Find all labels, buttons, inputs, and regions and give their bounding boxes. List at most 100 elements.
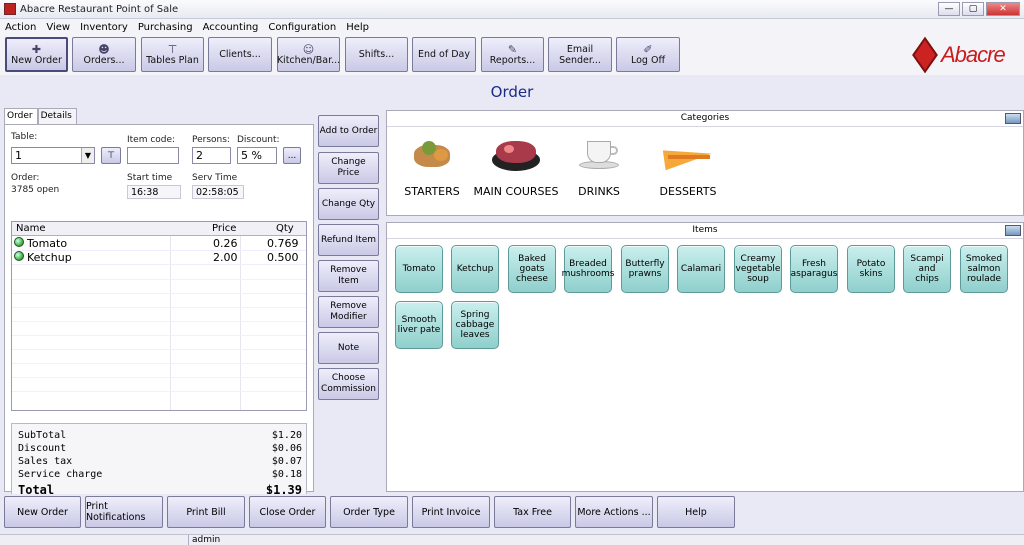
item-breaded-mushrooms-button[interactable]: Breaded mushrooms	[562, 245, 614, 293]
item-tomato-button[interactable]: Tomato	[395, 245, 443, 293]
category-main-courses[interactable]: MAIN COURSES	[473, 137, 559, 203]
add-to-order-button[interactable]: Add to Order	[318, 115, 379, 147]
order-form: Table: 1 ▼ ⊤ Item code: Persons: 2 Disco…	[4, 124, 314, 502]
email-sender-button[interactable]: Email Sender...	[548, 37, 612, 72]
help-button[interactable]: Help	[657, 496, 735, 528]
item-code-label: Item code:	[127, 135, 176, 145]
menu-action[interactable]: Action	[0, 22, 41, 33]
item-spring-cabbage-leaves-button[interactable]: Spring cabbage leaves	[451, 301, 499, 349]
new-order-toolbar-button[interactable]: ✚ New Order	[5, 37, 68, 72]
order-tabs: Order Details	[4, 108, 77, 124]
orders-icon: ☻	[98, 42, 110, 56]
categories-layout-icon[interactable]	[1005, 113, 1021, 124]
item-calamari-button[interactable]: Calamari	[677, 245, 725, 293]
order-items-grid[interactable]: Name Price Qty Tomato 0.26 0.769 Ketchup…	[11, 221, 307, 411]
clients-button[interactable]: Clients...	[208, 37, 272, 72]
categories-panel: Categories STARTERS MAIN COURSES DRINKS …	[386, 110, 1024, 216]
tables-plan-button[interactable]: ⊤ Tables Plan	[141, 37, 204, 72]
discount-input[interactable]: 5 %	[237, 147, 277, 164]
toolbar: ✚ New Order ☻ Orders... ⊤ Tables Plan Cl…	[0, 35, 1024, 75]
menu-inventory[interactable]: Inventory	[75, 22, 133, 33]
close-order-button[interactable]: Close Order	[249, 496, 326, 528]
item-butterfly-prawns-button[interactable]: Butterfly prawns	[621, 245, 669, 293]
change-qty-button[interactable]: Change Qty	[318, 188, 379, 220]
menu-purchasing[interactable]: Purchasing	[133, 22, 198, 33]
item-smooth-liver-pate-button[interactable]: Smooth liver pate	[395, 301, 443, 349]
table-select[interactable]: 1 ▼	[11, 147, 95, 164]
category-desserts[interactable]: DESSERTS	[641, 137, 735, 203]
kitchen-bar-button[interactable]: ☺ Kitchen/Bar...	[277, 37, 340, 72]
persons-input[interactable]: 2	[192, 147, 231, 164]
minimize-icon[interactable]: —	[938, 2, 960, 16]
close-icon[interactable]: ✕	[986, 2, 1020, 16]
remove-item-button[interactable]: Remove Item	[318, 260, 379, 292]
maximize-icon[interactable]: ▢	[962, 2, 984, 16]
category-starters[interactable]: STARTERS	[387, 137, 477, 203]
refund-item-button[interactable]: Refund Item	[318, 224, 379, 256]
choose-commission-button[interactable]: Choose Commission	[318, 368, 379, 400]
status-user: admin	[188, 535, 220, 545]
table-icon: ⊤	[167, 42, 178, 56]
item-code-input[interactable]	[127, 147, 179, 164]
more-actions-button[interactable]: More Actions ...	[575, 496, 653, 528]
new-order-button[interactable]: New Order	[4, 496, 81, 528]
reports-icon: ✎	[507, 42, 518, 56]
print-notifications-button[interactable]: Print Notifications	[85, 496, 163, 528]
table-row[interactable]: Tomato 0.26 0.769	[12, 237, 306, 251]
tab-details[interactable]: Details	[37, 108, 77, 124]
kitchen-icon: ☺	[302, 42, 315, 56]
select-table-button[interactable]: ⊤	[101, 147, 121, 164]
col-qty-header[interactable]: Qty	[276, 223, 294, 234]
menu-view[interactable]: View	[41, 22, 75, 33]
item-creamy-vegetable-soup-button[interactable]: Creamy vegetable soup	[734, 245, 782, 293]
window-title: Abacre Restaurant Point of Sale	[20, 3, 179, 15]
item-status-icon	[14, 237, 24, 247]
title-bar: Abacre Restaurant Point of Sale — ▢ ✕	[0, 0, 1024, 19]
tax-free-button[interactable]: Tax Free	[494, 496, 571, 528]
start-time-value: 16:38	[127, 185, 181, 199]
abacre-logo: Abacre	[912, 36, 1022, 74]
window-controls: — ▢ ✕	[938, 2, 1020, 16]
col-name-header[interactable]: Name	[16, 223, 46, 234]
category-drinks[interactable]: DRINKS	[559, 137, 639, 203]
item-fresh-asparagus-button[interactable]: Fresh asparagus	[790, 245, 838, 293]
main-courses-food-icon	[486, 137, 546, 177]
print-bill-button[interactable]: Print Bill	[167, 496, 245, 528]
table-icon: ⊤	[107, 150, 115, 161]
desserts-cake-icon	[658, 137, 718, 177]
tab-order[interactable]: Order	[4, 108, 38, 124]
item-baked-goats-cheese-button[interactable]: Baked goats cheese	[508, 245, 556, 293]
serv-time-value: 02:58:05	[192, 185, 244, 199]
menu-help[interactable]: Help	[341, 22, 374, 33]
item-potato-skins-button[interactable]: Potato skins	[847, 245, 895, 293]
menu-accounting[interactable]: Accounting	[198, 22, 264, 33]
end-of-day-button[interactable]: End of Day	[412, 37, 476, 72]
persons-label: Persons:	[192, 135, 230, 145]
item-ketchup-button[interactable]: Ketchup	[451, 245, 499, 293]
reports-button[interactable]: ✎ Reports...	[481, 37, 544, 72]
discount-more-button[interactable]: ...	[283, 147, 301, 164]
item-status-icon	[14, 251, 24, 261]
start-time-label: Start time	[127, 173, 173, 183]
table-label: Table:	[11, 132, 38, 142]
item-smoked-salmon-roulade-button[interactable]: Smoked salmon roulade	[960, 245, 1008, 293]
shifts-button[interactable]: Shifts...	[345, 37, 408, 72]
table-row[interactable]: Ketchup 2.00 0.500	[12, 251, 306, 265]
col-price-header[interactable]: Price	[212, 223, 236, 234]
order-panel: Order Details Table: 1 ▼ ⊤ Item code: Pe…	[4, 108, 314, 502]
remove-modifier-button[interactable]: Remove Modifier	[318, 296, 379, 328]
subtotal-row: SubTotal $1.20	[18, 430, 302, 441]
note-button[interactable]: Note	[318, 332, 379, 364]
chevron-down-icon[interactable]: ▼	[81, 148, 94, 163]
items-panel: Items Tomato Ketchup Baked goats cheese Br…	[386, 222, 1024, 492]
item-scampi-and-chips-button[interactable]: Scampi and chips	[903, 245, 951, 293]
log-off-button[interactable]: ✐ Log Off	[616, 37, 680, 72]
menu-configuration[interactable]: Configuration	[263, 22, 341, 33]
status-bar: admin	[0, 534, 1024, 545]
orders-button[interactable]: ☻ Orders...	[72, 37, 136, 72]
order-type-button[interactable]: Order Type	[330, 496, 408, 528]
print-invoice-button[interactable]: Print Invoice	[412, 496, 490, 528]
change-price-button[interactable]: Change Price	[318, 152, 379, 184]
items-layout-icon[interactable]	[1005, 225, 1021, 236]
logo-cube-icon	[912, 36, 938, 74]
